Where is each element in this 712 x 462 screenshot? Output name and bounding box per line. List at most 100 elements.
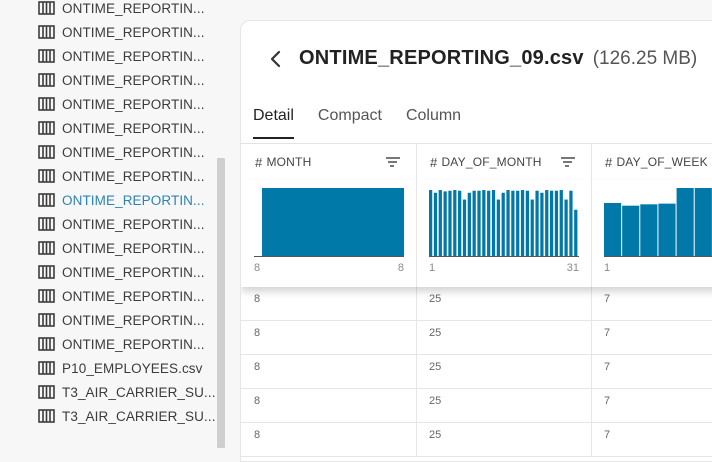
table-row[interactable]: 8 25 7: [241, 321, 712, 355]
column-divider: [416, 287, 417, 320]
tab-column[interactable]: Column: [406, 107, 461, 139]
histogram-bar: [477, 190, 481, 256]
file-list-item[interactable]: ONTIME_REPORTIN...: [38, 332, 216, 356]
file-list-item[interactable]: T3_AIR_CARRIER_SU...: [38, 380, 216, 404]
file-list-item[interactable]: ONTIME_REPORTIN...: [38, 164, 216, 188]
table-icon: [38, 73, 55, 87]
file-list-item[interactable]: ONTIME_REPORTIN...: [38, 308, 216, 332]
file-name: P10_EMPLOYEES.csv: [62, 360, 203, 376]
view-tabs: Detail Compact Column: [253, 107, 485, 139]
histogram-bar: [530, 199, 534, 256]
table-icon: [38, 145, 55, 159]
file-name: ONTIME_REPORTIN...: [62, 48, 205, 64]
file-list-item[interactable]: ONTIME_REPORTIN...: [38, 44, 216, 68]
column-divider: [416, 355, 417, 388]
table-cell: 8: [254, 395, 261, 407]
table-icon: [38, 361, 55, 375]
histogram-bar: [564, 199, 568, 256]
table-cell: 7: [604, 293, 611, 305]
numeric-type-icon: #: [605, 154, 613, 170]
table-cell: 7: [604, 395, 611, 407]
file-list-item[interactable]: ONTIME_REPORTIN...: [38, 212, 216, 236]
histogram-bar: [462, 199, 467, 256]
file-name: ONTIME_REPORTIN...: [62, 24, 205, 40]
file-name: ONTIME_REPORTIN...: [62, 312, 205, 328]
sort-icon[interactable]: [386, 156, 400, 168]
file-name: ONTIME_REPORTIN...: [62, 96, 205, 112]
column-header[interactable]: # MONTH: [241, 144, 416, 180]
column-divider: [416, 389, 417, 422]
histogram-chart: [604, 188, 712, 257]
file-list-item[interactable]: ONTIME_REPORTIN...: [38, 0, 216, 20]
sidebar-scrollbar[interactable]: [217, 158, 225, 448]
file-list: ONTIME_REPORTIN... ONTIME_REPORTIN... ONTI…: [38, 0, 216, 428]
sort-icon[interactable]: [561, 156, 575, 168]
grid-rows: 8 25 7 8 25 7 8 25 7 8 25 7 8 25 7: [241, 287, 712, 457]
file-list-item[interactable]: ONTIME_REPORTIN...: [38, 92, 216, 116]
table-icon: [38, 169, 55, 183]
file-list-item[interactable]: ONTIME_REPORTIN...: [38, 284, 216, 308]
histogram-bar: [559, 190, 563, 256]
histogram-bar: [554, 190, 559, 256]
histogram-bar: [433, 192, 438, 256]
column-header[interactable]: # DAY_OF_MONTH: [416, 144, 591, 180]
column-divider: [416, 180, 417, 287]
table-icon: [38, 313, 55, 327]
table-cell: 8: [254, 429, 261, 441]
histogram-bar: [496, 199, 500, 256]
histogram-bar: [511, 190, 515, 256]
table-icon: [38, 1, 55, 15]
column-divider: [591, 287, 592, 320]
column-headers: # MONTH # DAY_OF_MONTH # DAY_OF_WEEK: [241, 143, 712, 181]
file-name: ONTIME_REPORTIN...: [62, 264, 205, 280]
histogram-bar: [658, 203, 676, 256]
column-histogram: 1: [591, 180, 712, 287]
histogram-bar: [525, 190, 530, 256]
histogram-chart: [429, 190, 579, 257]
table-row[interactable]: 8 25 7: [241, 389, 712, 423]
column-name: DAY_OF_WEEK: [616, 155, 708, 169]
histogram-bar: [622, 205, 640, 256]
table-icon: [38, 25, 55, 39]
table-row[interactable]: 8 25 7: [241, 355, 712, 389]
file-name: ONTIME_REPORTIN...: [62, 240, 205, 256]
column-name: MONTH: [266, 155, 312, 169]
table-cell: 25: [429, 293, 442, 305]
file-list-item[interactable]: ONTIME_REPORTIN...: [38, 188, 216, 212]
table-cell: 25: [429, 429, 442, 441]
histogram-bar: [429, 190, 433, 256]
histogram-chart: [254, 188, 404, 257]
file-list-item[interactable]: ONTIME_REPORTIN...: [38, 260, 216, 284]
table-row[interactable]: 8 25 7: [241, 423, 712, 457]
tab-compact[interactable]: Compact: [318, 107, 382, 139]
file-name: ONTIME_REPORTIN...: [62, 336, 205, 352]
histogram-bar: [535, 190, 539, 256]
file-list-item[interactable]: ONTIME_REPORTIN...: [38, 116, 216, 140]
file-list-item[interactable]: ONTIME_REPORTIN...: [38, 68, 216, 92]
file-list-item[interactable]: T3_AIR_CARRIER_SU...: [38, 404, 216, 428]
table-row[interactable]: 8 25 7: [241, 287, 712, 321]
histogram-max-label: 31: [566, 262, 579, 274]
table-icon: [38, 241, 55, 255]
file-name: ONTIME_REPORTIN...: [62, 192, 205, 208]
back-button[interactable]: [269, 48, 289, 70]
column-header[interactable]: # DAY_OF_WEEK: [591, 144, 712, 180]
histogram-bar: [640, 204, 658, 256]
histogram-bar: [694, 188, 712, 256]
tab-detail[interactable]: Detail: [253, 107, 294, 139]
histogram-bar: [262, 188, 404, 256]
table-icon: [38, 49, 55, 63]
table-cell: 8: [254, 293, 261, 305]
column-divider: [591, 321, 592, 354]
histogram-min-label: 1: [429, 262, 436, 274]
file-title: ONTIME_REPORTING_09.csv: [299, 47, 584, 69]
file-list-item[interactable]: ONTIME_REPORTIN...: [38, 236, 216, 260]
file-list-item[interactable]: P10_EMPLOYEES.csv: [38, 356, 216, 380]
file-name: ONTIME_REPORTIN...: [62, 120, 205, 136]
histogram-bar: [574, 209, 578, 256]
table-icon: [38, 409, 55, 423]
file-list-item[interactable]: ONTIME_REPORTIN...: [38, 140, 216, 164]
chevron-left-icon: [270, 50, 281, 67]
file-list-item[interactable]: ONTIME_REPORTIN...: [38, 20, 216, 44]
table-cell: 25: [429, 361, 442, 373]
